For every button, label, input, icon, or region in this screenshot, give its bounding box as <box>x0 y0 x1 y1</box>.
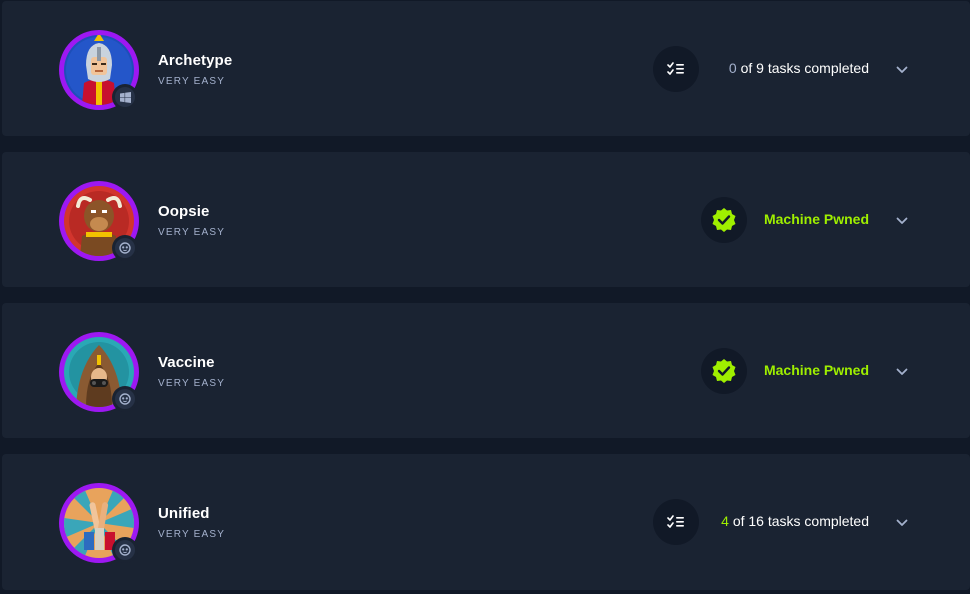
machine-avatar <box>59 181 139 261</box>
machine-difficulty: VERY EASY <box>158 227 226 238</box>
tasks-done-count: 4 <box>721 513 729 529</box>
tasks-total-label: of 9 tasks completed <box>740 60 869 76</box>
chevron-down-icon <box>896 217 908 224</box>
os-badge <box>112 235 138 261</box>
machine-name: Archetype <box>158 52 233 69</box>
windows-icon <box>119 91 131 103</box>
machine-card-unified[interactable]: Unified VERY EASY 4 of 16 tasks complete… <box>2 454 970 590</box>
linux-icon <box>119 544 131 556</box>
tasks-done-count: 0 <box>728 60 737 76</box>
pwned-icon-badge <box>701 197 747 243</box>
machine-pwned-label: Machine Pwned <box>763 362 869 378</box>
machine-difficulty: VERY EASY <box>158 378 226 389</box>
task-list-icon <box>667 515 684 528</box>
expand-toggle[interactable] <box>894 364 910 380</box>
task-list-icon-badge <box>653 46 699 92</box>
machine-name: Unified <box>158 505 210 522</box>
machine-avatar <box>59 30 139 110</box>
task-list-icon-badge <box>653 499 699 545</box>
chevron-down-icon <box>896 519 908 526</box>
machine-difficulty: VERY EASY <box>158 529 226 540</box>
os-badge <box>112 386 138 412</box>
machine-difficulty: VERY EASY <box>158 76 226 87</box>
tasks-total-label: of 16 tasks completed <box>732 513 869 529</box>
os-badge <box>112 537 138 563</box>
machine-card-vaccine[interactable]: Vaccine VERY EASY Machine Pwned <box>2 303 970 438</box>
expand-toggle[interactable] <box>894 515 910 531</box>
machine-card-oopsie[interactable]: Oopsie VERY EASY Machine Pwned <box>2 152 970 287</box>
chevron-down-icon <box>896 368 908 375</box>
linux-icon <box>119 393 131 405</box>
machine-avatar <box>59 483 139 563</box>
machine-card-archetype[interactable]: Archetype VERY EASY 0 of 9 tasks complet… <box>2 1 970 136</box>
machine-list: Archetype VERY EASY 0 of 9 tasks complet… <box>0 0 970 594</box>
machine-pwned-label: Machine Pwned <box>763 211 869 227</box>
linux-icon <box>119 242 131 254</box>
chevron-down-icon <box>896 66 908 73</box>
verified-check-icon <box>712 208 736 232</box>
expand-toggle[interactable] <box>894 62 910 78</box>
pwned-icon-badge <box>701 348 747 394</box>
tasks-progress: 0 of 9 tasks completed <box>729 60 869 76</box>
machine-avatar <box>59 332 139 412</box>
tasks-progress: 4 of 16 tasks completed <box>721 513 869 529</box>
os-badge <box>112 84 138 110</box>
machine-name: Oopsie <box>158 203 210 220</box>
verified-check-icon <box>712 359 736 383</box>
expand-toggle[interactable] <box>894 213 910 229</box>
machine-name: Vaccine <box>158 354 215 371</box>
task-list-icon <box>667 62 684 75</box>
